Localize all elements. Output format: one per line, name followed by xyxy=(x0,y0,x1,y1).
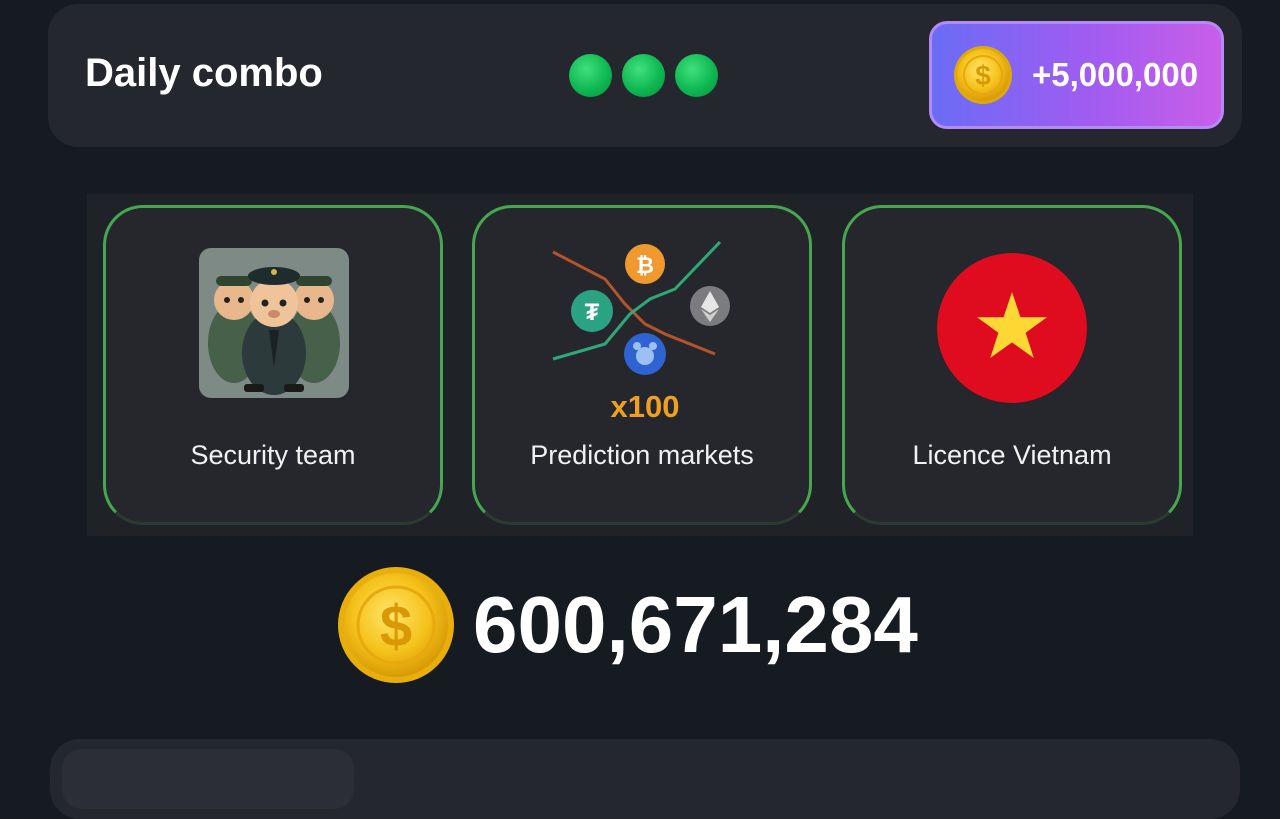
coin-balance: $ 600,671,284 xyxy=(337,566,918,684)
svg-text:₮: ₮ xyxy=(585,299,600,326)
combo-card-licence-vietnam[interactable]: Licence Vietnam xyxy=(842,205,1182,525)
balance-amount: 600,671,284 xyxy=(473,580,918,669)
svg-text:$: $ xyxy=(975,60,991,91)
prediction-markets-image: ₿ ₮ x100 xyxy=(552,240,730,424)
bottom-panel-tab[interactable] xyxy=(62,749,354,809)
reward-amount: +5,000,000 xyxy=(1032,56,1199,93)
svg-text:₿: ₿ xyxy=(636,253,654,278)
combo-card-security-team[interactable]: Security team xyxy=(103,205,443,525)
coin-icon: $ xyxy=(338,567,454,683)
combo-cards-panel: Security team ₿ ₮ x100 Prediction market… xyxy=(87,194,1193,536)
daily-combo-bar: Daily combo $ +5,000,000 xyxy=(48,4,1242,147)
combo-found-dot xyxy=(675,54,718,97)
combo-card-prediction-markets[interactable]: ₿ ₮ x100 Prediction markets xyxy=(472,205,812,525)
combo-card-label: Security team xyxy=(190,440,356,470)
coin-icon: $ xyxy=(954,46,1012,104)
combo-progress-dots xyxy=(569,54,718,97)
vietnam-flag-icon xyxy=(937,253,1087,403)
bottom-panel xyxy=(50,739,1240,819)
combo-found-dot xyxy=(622,54,665,97)
combo-card-label: Licence Vietnam xyxy=(912,440,1112,470)
daily-combo-reward-button[interactable]: $ +5,000,000 xyxy=(929,21,1224,129)
multiplier-label: x100 xyxy=(611,389,680,424)
security-team-hamsters-image xyxy=(199,248,349,398)
svg-text:$: $ xyxy=(380,594,412,659)
combo-found-dot xyxy=(569,54,612,97)
combo-card-label: Prediction markets xyxy=(530,440,754,470)
daily-combo-title: Daily combo xyxy=(85,51,323,95)
